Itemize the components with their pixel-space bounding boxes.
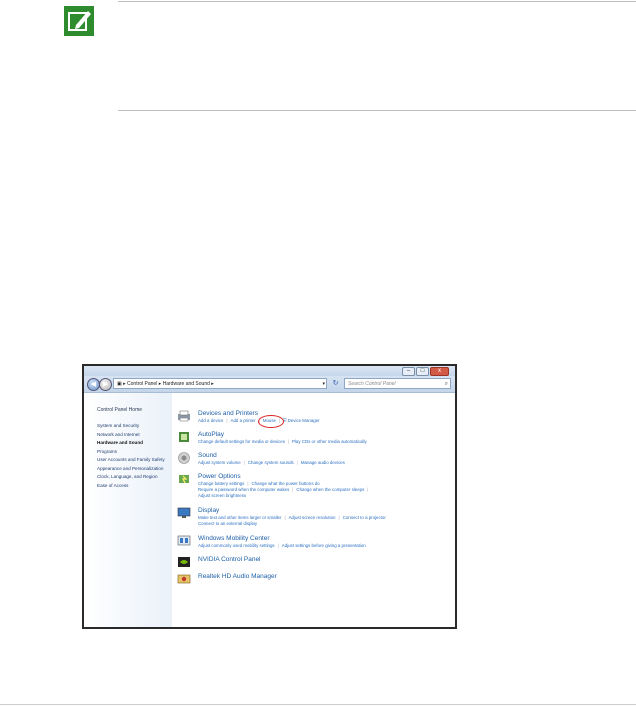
sidebar-item-network[interactable]: Network and Internet [97, 432, 169, 438]
sidebar-home-link[interactable]: Control Panel Home [97, 407, 142, 413]
presentation-settings-link[interactable]: Adjust settings before giving a presenta… [282, 543, 366, 548]
note-top-rule [118, 1, 636, 2]
play-cds-link[interactable]: Play CDs or other media automatically [292, 439, 367, 444]
require-password-link[interactable]: Require a password when the computer wak… [198, 487, 289, 492]
address-toolbar: ◀ ▶ ▣ ▸ Control Panel ▸ Hardware and Sou… [84, 376, 455, 393]
sound-heading[interactable]: Sound [198, 452, 217, 459]
change-sleep-link[interactable]: Change when the computer sleeps [296, 487, 364, 492]
sidebar-item-hardware-sound[interactable]: Hardware and Sound [97, 440, 169, 446]
device-manager-link[interactable]: Device Manager [288, 418, 320, 423]
screen-resolution-link[interactable]: Adjust screen resolution [289, 515, 336, 520]
breadcrumb-control-panel[interactable]: Control Panel [127, 381, 157, 387]
power-buttons-link[interactable]: Change what the power buttons do [252, 481, 320, 486]
maximize-button[interactable]: □ [416, 367, 429, 376]
address-bar[interactable]: ▣ ▸ Control Panel ▸ Hardware and Sound ▸… [113, 378, 327, 389]
forward-arrow-icon[interactable]: ▶ [99, 378, 112, 391]
main-content: Devices and Printers Add a device | Add a … [172, 393, 455, 627]
nvidia-control-panel-heading[interactable]: NVIDIA Control Panel [198, 556, 261, 563]
add-printer-link[interactable]: Add a printer [231, 418, 256, 423]
add-device-link[interactable]: Add a device [198, 418, 223, 423]
power-options-heading[interactable]: Power Options [198, 473, 241, 480]
sidebar-item-clock-language[interactable]: Clock, Language, and Region [97, 474, 169, 480]
mobility-center-icon [177, 535, 191, 546]
refresh-icon[interactable]: ↻ [331, 378, 340, 389]
connect-projector-link[interactable]: Connect to a projector [343, 515, 386, 520]
search-icon[interactable]: ⌕ [445, 379, 448, 390]
power-icon [179, 475, 189, 484]
sidebar-item-ease-of-access[interactable]: Ease of Access [97, 483, 169, 489]
title-bar: – □ x [84, 366, 455, 376]
devices-printers-heading[interactable]: Devices and Printers [198, 410, 258, 417]
note-icon [63, 5, 95, 37]
change-sounds-link[interactable]: Change system sounds [248, 460, 294, 465]
sidebar-item-programs[interactable]: Programs [97, 449, 169, 455]
printer-icon [178, 410, 190, 422]
screen-brightness-link[interactable]: Adjust screen brightness [198, 493, 246, 498]
speaker-icon [178, 452, 190, 464]
control-panel-window: – □ x ◀ ▶ ▣ ▸ Control Panel ▸ Hardware a… [82, 364, 457, 629]
adjust-volume-link[interactable]: Adjust system volume [198, 460, 241, 465]
manage-audio-link[interactable]: Manage audio devices [301, 460, 345, 465]
external-display-link[interactable]: Connect to an external display [198, 521, 257, 526]
page-bottom-rule [0, 704, 636, 705]
sidebar: Control Panel Home System and Security N… [84, 393, 172, 627]
realtek-audio-icon [177, 574, 191, 584]
text-size-link[interactable]: Make text and other items larger or smal… [198, 515, 281, 520]
search-placeholder: Search Control Panel [348, 381, 396, 387]
sidebar-item-system-security[interactable]: System and Security [97, 423, 169, 429]
autoplay-icon [179, 432, 189, 442]
display-icon [177, 507, 191, 518]
realtek-audio-heading[interactable]: Realtek HD Audio Manager [198, 573, 277, 580]
close-button[interactable]: x [430, 367, 449, 376]
sidebar-list: System and Security Network and Internet… [97, 423, 169, 491]
nvidia-icon [178, 557, 190, 567]
autoplay-defaults-link[interactable]: Change default settings for media or dev… [198, 439, 285, 444]
mobility-settings-link[interactable]: Adjust commonly used mobility settings [198, 543, 275, 548]
chevron-down-icon[interactable]: ▾ [322, 379, 325, 388]
note-bottom-rule [118, 110, 636, 111]
breadcrumb-hardware-and-sound[interactable]: Hardware and Sound [163, 381, 210, 387]
sidebar-item-appearance[interactable]: Appearance and Personalization [97, 466, 169, 472]
folder-icon: ▣ [117, 381, 122, 387]
sidebar-item-user-accounts[interactable]: User Accounts and Family Safety [97, 457, 169, 463]
battery-settings-link[interactable]: Change battery settings [198, 481, 244, 486]
highlight-circle [257, 415, 284, 428]
autoplay-heading[interactable]: AutoPlay [198, 431, 224, 438]
display-heading[interactable]: Display [198, 507, 219, 514]
minimize-button[interactable]: – [402, 367, 415, 376]
mobility-center-heading[interactable]: Windows Mobility Center [198, 535, 270, 542]
search-input[interactable]: Search Control Panel ⌕ [344, 378, 451, 389]
